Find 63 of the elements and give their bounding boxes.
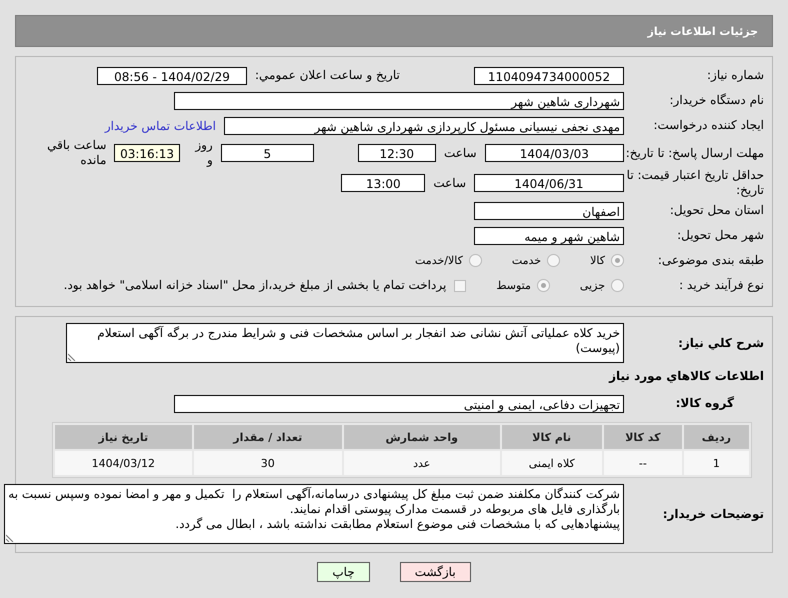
field-label: تاریخ و ساعت اعلان عمومي:: [255, 68, 400, 83]
input-field[interactable]: شاهین شهر و میمه: [474, 226, 624, 244]
table-cell: عدد: [344, 451, 500, 475]
field-label: توضیحات خریدار:: [662, 506, 764, 522]
column-header: تعداد / مقدار: [194, 425, 342, 449]
radio-button[interactable]: [611, 279, 624, 292]
option-label: کالا: [590, 254, 605, 267]
option-label: متوسط: [496, 279, 531, 292]
field-label: مهلت ارسال پاسخ: تا تاریخ:: [624, 146, 764, 160]
field-label: روز و: [194, 138, 213, 168]
column-header: کد کالا: [604, 425, 682, 449]
field-label: ایجاد کننده درخواست:: [652, 118, 764, 133]
field-label: شرح کلي نیاز:: [677, 336, 764, 350]
table-cell: 1404/03/12: [55, 451, 192, 475]
back-button[interactable]: بازگشت: [400, 562, 471, 582]
radio-button[interactable]: [611, 254, 624, 267]
input-field[interactable]: 12:30: [358, 144, 436, 162]
option-label: جزیی: [580, 279, 605, 292]
checkbox[interactable]: [454, 280, 466, 292]
option-label: خدمت: [512, 254, 542, 267]
section-heading: اطلاعات کالاهاي مورد نیاز: [608, 368, 764, 385]
field-label: حداقل تاریخ اعتبار قیمت: تا تاریخ:: [626, 168, 764, 198]
radio-button[interactable]: [468, 254, 482, 267]
table-cell: 1: [684, 451, 749, 475]
input-field[interactable]: 1404/06/31: [474, 174, 624, 192]
input-field[interactable]: 1404/03/03: [484, 144, 624, 162]
field-label: ساعت: [433, 176, 466, 190]
input-field[interactable]: 5: [220, 144, 314, 162]
input-field[interactable]: مهدی نجفی نیسیانی مسئول کارپردازی شهرداری شاهین شهر: [224, 116, 624, 134]
field-label: طبقه بندی موضوعی:: [656, 253, 764, 268]
input-field[interactable]: 13:00: [341, 174, 426, 192]
column-header: ردیف: [684, 425, 749, 449]
contact-link[interactable]: اطلاعات تماس خریدار: [104, 118, 216, 132]
field-label: ساعت باقي مانده: [46, 138, 106, 168]
countdown-field[interactable]: 03:16:13: [114, 144, 180, 162]
goods-group-field[interactable]: تجهیزات دفاعی، ایمنی و امنیتی: [174, 394, 624, 412]
checkbox-label: پرداخت تمام یا بخشی از مبلغ خرید،از محل "اسناد خزانه اسلامی" خواهد بود.: [64, 278, 446, 293]
option-label: کالا/خدمت: [415, 254, 463, 267]
input-field[interactable]: 1404/02/29 - 08:56: [97, 66, 247, 84]
column-header: واحد شمارش: [344, 425, 500, 449]
field-label: شماره نیاز:: [706, 68, 764, 83]
page-title-bar: جزئیات اطلاعات نیاز: [15, 15, 773, 47]
description-field[interactable]: خرید کلاه عملیاتی آتش نشانی ضد انفجار بر اساس مشخصات فنی و شرایط مندرج در برگه آگهی استعلام (پیوست): [66, 323, 624, 363]
column-header: تاریخ نیاز: [55, 425, 192, 449]
radio-button[interactable]: [547, 254, 560, 267]
resize-grip-icon[interactable]: [68, 353, 76, 361]
field-label: ساعت: [444, 146, 477, 160]
radio-button[interactable]: [536, 279, 550, 292]
table-cell: کلاه ایمنی: [502, 451, 602, 475]
table-cell: --: [604, 451, 682, 475]
print-button[interactable]: چاپ: [317, 562, 370, 582]
field-label: استان محل تحویل:: [668, 203, 764, 218]
notes-field[interactable]: شرکت کنندگان مکلفند ضمن ثبت مبلغ کل پیشنهادی درسامانه،آگهی استعلام را تکمیل و مهر و امضا نموده وسپس نسبت به بارگذاری فایل های مربوطه در قسمت مدارک پیوستی اقدام نمایند. پیشنهادهایی که با مشخصات فنی موضوع استعلام مطابقت نداشته باشد ، ابطال می گردد.: [4, 484, 624, 544]
input-field[interactable]: 1104094734000052: [474, 66, 624, 84]
resize-grip-icon[interactable]: [6, 534, 14, 542]
field-label: گروه کالا:: [674, 396, 735, 411]
column-header: نام کالا: [502, 425, 602, 449]
input-field[interactable]: اصفهان: [474, 202, 624, 220]
table-cell: 30: [194, 451, 342, 475]
input-field[interactable]: شهرداری شاهین شهر: [174, 92, 624, 110]
field-label: شهر محل تحویل:: [676, 228, 764, 243]
field-label: نوع فرآیند خرید :: [678, 278, 764, 293]
field-label: نام دستگاه خریدار:: [668, 93, 764, 108]
